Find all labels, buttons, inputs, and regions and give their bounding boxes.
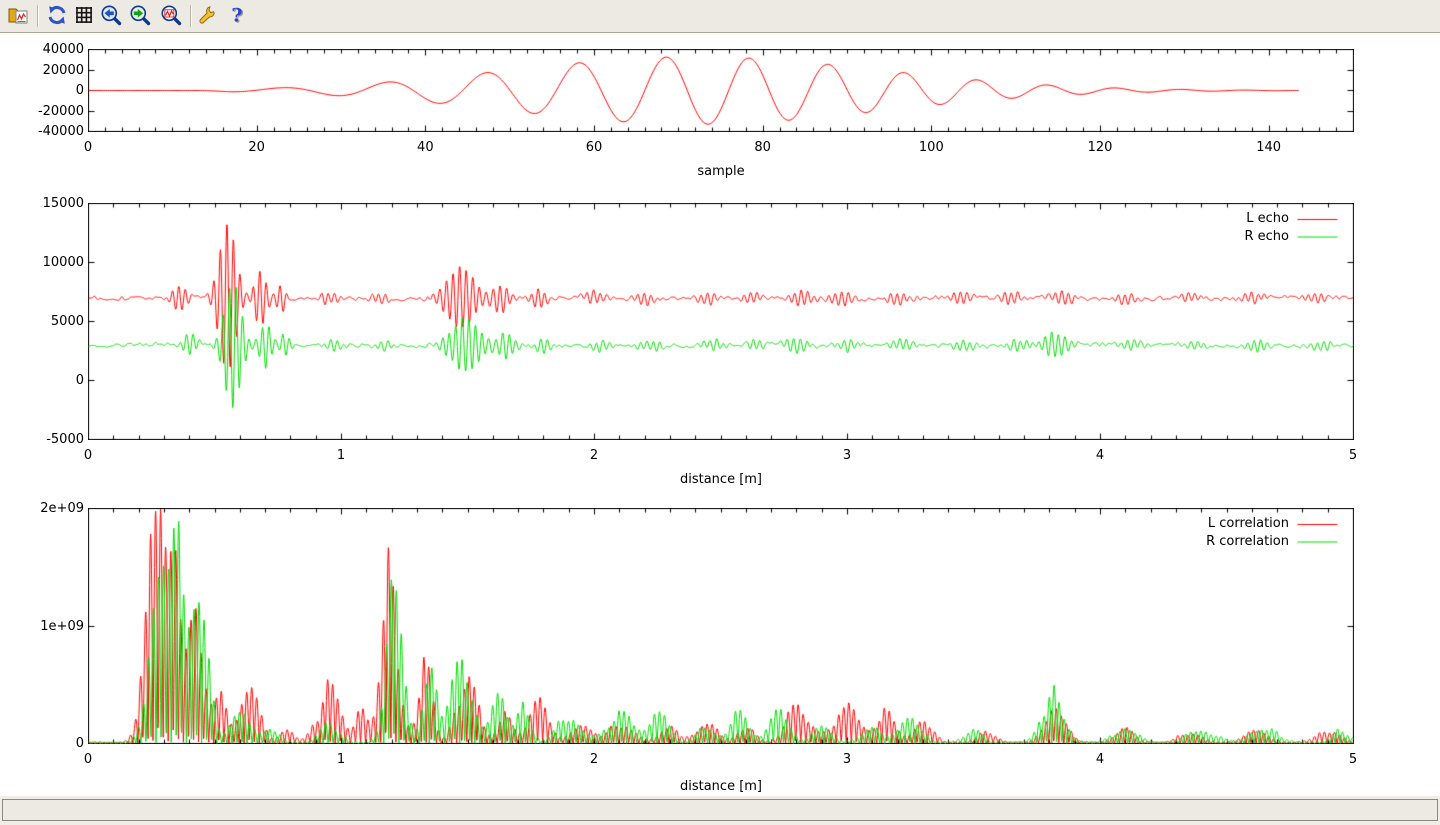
replot-icon <box>46 4 68 29</box>
help-button[interactable]: ? ? <box>224 3 250 29</box>
y-tick-label: 40000 <box>0 42 84 57</box>
x-tick-label: 0 <box>48 140 128 155</box>
y-tick-label: -20000 <box>0 104 84 119</box>
configure-wrench-icon <box>197 4 219 29</box>
y-tick-label: 20000 <box>0 63 84 78</box>
configure-button[interactable] <box>195 3 221 29</box>
toggle-grid-icon <box>73 4 95 29</box>
toolbar: ? ? <box>0 0 1440 33</box>
zoom-previous-icon <box>100 4 122 29</box>
y-tick-label: 0 <box>0 736 84 751</box>
x-tick-label: 0 <box>48 752 128 767</box>
x-axis-label-sample: sample <box>600 164 842 179</box>
toggle-grid-button[interactable] <box>71 3 97 29</box>
legend-entry-l-correlation: L correlation <box>1089 516 1289 531</box>
x-tick-label: 1 <box>301 448 381 463</box>
x-tick-label: 120 <box>1060 140 1140 155</box>
x-tick-label: 2 <box>554 448 634 463</box>
status-field <box>2 799 1438 821</box>
gnuplot-window: sample distance [m] distance [m] 4000020… <box>0 0 1440 825</box>
y-tick-label: -40000 <box>0 124 84 139</box>
y-tick-label: 10000 <box>0 255 84 270</box>
x-tick-label: 0 <box>48 448 128 463</box>
x-tick-label: 140 <box>1229 140 1309 155</box>
legend-entry-r-echo: R echo <box>1089 229 1289 244</box>
x-tick-label: 5 <box>1313 448 1393 463</box>
export-plot-button[interactable] <box>5 3 31 29</box>
x-tick-label: 60 <box>554 140 634 155</box>
help-icon: ? ? <box>226 4 248 29</box>
autoscale-button[interactable] <box>158 3 184 29</box>
x-tick-label: 2 <box>554 752 634 767</box>
y-tick-label: 0 <box>0 83 84 98</box>
x-tick-label: 3 <box>807 448 887 463</box>
legend-entry-r-correlation: R correlation <box>1089 534 1289 549</box>
export-plot-icon <box>7 4 29 29</box>
y-tick-label: 2e+09 <box>0 501 84 516</box>
x-axis-label-distance-echo: distance [m] <box>600 472 842 487</box>
x-tick-label: 5 <box>1313 752 1393 767</box>
legend-entry-l-echo: L echo <box>1089 211 1289 226</box>
y-tick-label: 5000 <box>0 314 84 329</box>
toolbar-separator <box>37 5 38 27</box>
zoom-previous-button[interactable] <box>98 3 124 29</box>
y-tick-label: 0 <box>0 373 84 388</box>
x-tick-label: 40 <box>385 140 465 155</box>
x-tick-label: 80 <box>723 140 803 155</box>
svg-text:?: ? <box>231 4 242 26</box>
x-tick-label: 1 <box>301 752 381 767</box>
x-tick-label: 3 <box>807 752 887 767</box>
autoscale-icon <box>160 4 182 29</box>
replot-button[interactable] <box>44 3 70 29</box>
status-bar <box>0 796 1440 825</box>
x-tick-label: 100 <box>891 140 971 155</box>
toolbar-separator <box>190 5 191 27</box>
plot-area-0[interactable] <box>88 49 1354 132</box>
zoom-next-button[interactable] <box>127 3 153 29</box>
x-axis-label-distance-correlation: distance [m] <box>600 779 842 794</box>
zoom-next-icon <box>129 4 151 29</box>
x-tick-label: 4 <box>1060 448 1140 463</box>
y-tick-label: 1e+09 <box>0 619 84 634</box>
y-tick-label: -5000 <box>0 432 84 447</box>
plot-canvas-area: sample distance [m] distance [m] 4000020… <box>0 0 1440 825</box>
y-tick-label: 15000 <box>0 196 84 211</box>
x-tick-label: 20 <box>217 140 297 155</box>
x-tick-label: 4 <box>1060 752 1140 767</box>
